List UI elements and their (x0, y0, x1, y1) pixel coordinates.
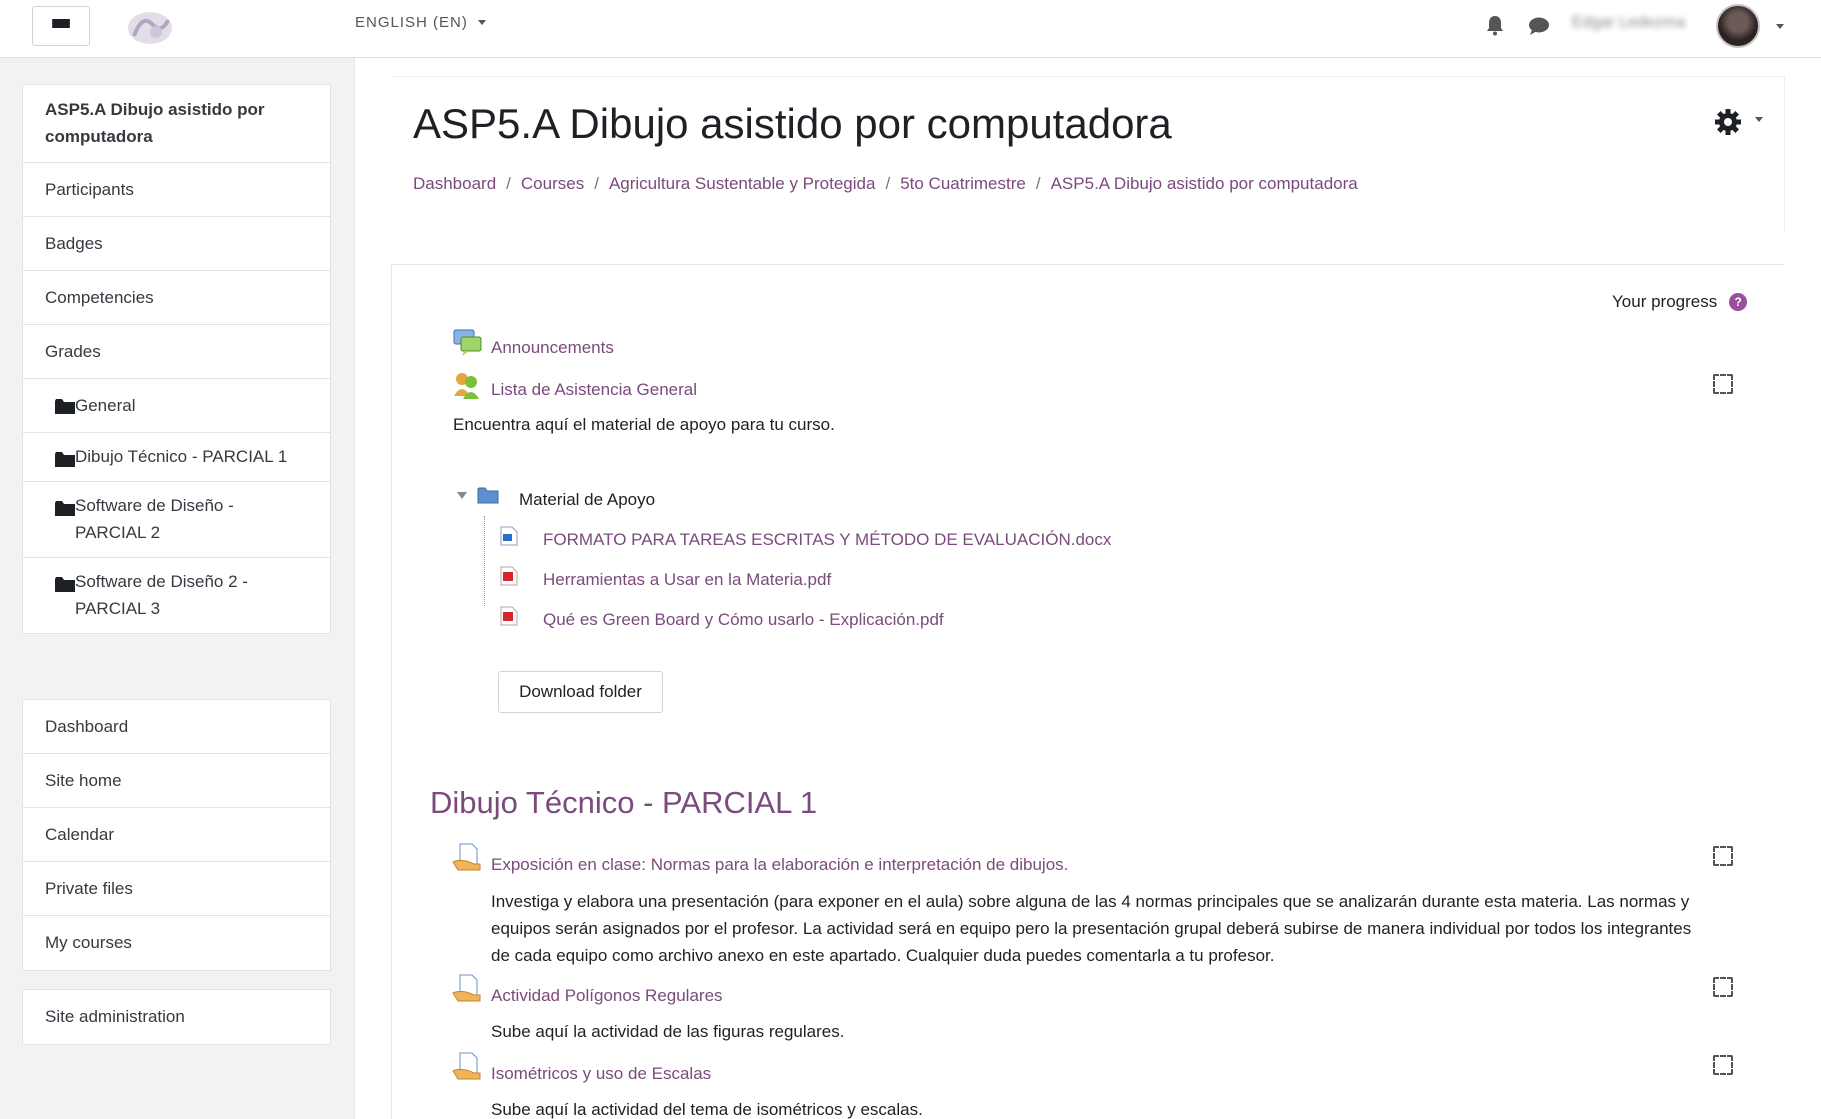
course-nav-group: ASP5.A Dibujo asistido por computadora P… (22, 84, 331, 634)
tree-connector (484, 516, 485, 606)
assignment-icon (452, 1052, 481, 1080)
breadcrumb-separator: / (594, 174, 599, 193)
file-link-herramientas[interactable]: Herramientas a Usar en la Materia.pdf (543, 570, 831, 590)
folder-icon (55, 577, 75, 592)
gear-menu-chevron-down-icon[interactable] (1755, 117, 1763, 122)
folder-icon (55, 452, 75, 467)
drawer-calendar[interactable]: Calendar (23, 808, 330, 862)
user-menu-chevron-down-icon[interactable] (1776, 24, 1784, 29)
drawer-competencies[interactable]: Competencies (23, 271, 330, 325)
drawer-site-home[interactable]: Site home (23, 754, 330, 808)
breadcrumb-course[interactable]: ASP5.A Dibujo asistido por computadora (1051, 174, 1358, 194)
progress-label: Your progress (1612, 292, 1718, 311)
drawer-site-administration[interactable]: Site administration (23, 990, 330, 1044)
drawer-course-home[interactable]: ASP5.A Dibujo asistido por computadora (23, 85, 330, 163)
drawer-section-parcial-2[interactable]: Software de Diseño - PARCIAL 2 (23, 482, 330, 558)
language-label: ENGLISH (EN) (355, 14, 468, 31)
breadcrumb-term[interactable]: 5to Cuatrimestre (900, 174, 1026, 194)
activity-link-isometricos[interactable]: Isométricos y uso de Escalas (491, 1064, 711, 1084)
completion-checkbox[interactable] (1713, 977, 1733, 997)
notifications-bell-icon[interactable] (1485, 14, 1505, 36)
completion-checkbox[interactable] (1713, 1055, 1733, 1075)
pdf-document-icon (500, 606, 518, 626)
intro-text: Encuentra aquí el material de apoyo para… (453, 415, 835, 434)
site-logo[interactable] (124, 6, 176, 48)
assignment-icon (452, 974, 481, 1002)
drawer-toggle-button[interactable] (32, 6, 90, 46)
drawer-private-files[interactable]: Private files (23, 862, 330, 916)
drawer-section-general[interactable]: General (23, 379, 330, 433)
activity-description: Sube aquí la actividad de las figuras re… (491, 1022, 845, 1041)
file-link-green-board[interactable]: Qué es Green Board y Cómo usarlo - Expli… (543, 610, 944, 630)
page-title: ASP5.A Dibujo asistido por computadora (413, 100, 1172, 147)
gear-icon[interactable] (1713, 107, 1743, 137)
download-folder-button[interactable]: Download folder (498, 671, 663, 713)
user-name[interactable]: Edgar Ledezma (1572, 14, 1700, 32)
admin-nav-group: Site administration (22, 989, 331, 1045)
drawer-participants[interactable]: Participants (23, 163, 330, 217)
assignment-icon (452, 843, 481, 871)
folder-icon (55, 501, 75, 516)
drawer-badges[interactable]: Badges (23, 217, 330, 271)
activity-description: Sube aquí la actividad del tema de isomé… (491, 1100, 923, 1119)
completion-checkbox[interactable] (1713, 846, 1733, 866)
breadcrumb-separator: / (885, 174, 891, 193)
section-title[interactable]: Dibujo Técnico - PARCIAL 1 (430, 785, 817, 821)
activity-link-poligonos[interactable]: Actividad Polígonos Regulares (491, 986, 723, 1006)
activity-description: Investiga y elabora una presentación (pa… (491, 892, 1692, 965)
folder-icon (55, 399, 75, 414)
attendance-icon (454, 373, 479, 399)
forum-icon (453, 329, 482, 356)
your-progress: Your progress ? (1612, 292, 1748, 312)
breadcrumb-separator: / (1035, 174, 1041, 193)
activity-link-exposicion[interactable]: Exposición en clase: Normas para la elab… (491, 855, 1068, 875)
user-avatar[interactable] (1716, 4, 1760, 48)
help-icon[interactable]: ? (1729, 293, 1748, 311)
breadcrumb-dashboard[interactable]: Dashboard (413, 174, 496, 194)
announcements-link[interactable]: Announcements (491, 338, 614, 358)
drawer-grades[interactable]: Grades (23, 325, 330, 379)
hamburger-menu-icon (52, 19, 70, 33)
file-link-formato[interactable]: FORMATO PARA TAREAS ESCRITAS Y MÉTODO DE… (543, 530, 1111, 550)
chevron-down-icon (477, 20, 486, 25)
collapse-triangle-icon[interactable] (457, 492, 467, 499)
site-nav-group: Dashboard Site home Calendar Private fil… (22, 699, 331, 971)
breadcrumb-separator: / (506, 174, 511, 193)
word-document-icon (500, 526, 518, 546)
drawer-section-parcial-1[interactable]: Dibujo Técnico - PARCIAL 1 (23, 433, 330, 482)
breadcrumb-category[interactable]: Agricultura Sustentable y Protegida (609, 174, 876, 194)
top-navbar: ENGLISH (EN) Edgar Ledezma (0, 0, 1821, 58)
messages-chat-icon[interactable] (1528, 16, 1550, 36)
pdf-document-icon (500, 566, 518, 586)
attendance-link[interactable]: Lista de Asistencia General (491, 380, 697, 400)
drawer-section-parcial-3[interactable]: Software de Diseño 2 - PARCIAL 3 (23, 558, 330, 633)
drawer-my-courses[interactable]: My courses (23, 916, 330, 970)
breadcrumb-courses[interactable]: Courses (521, 174, 584, 194)
folder-icon (477, 487, 499, 504)
folder-name[interactable]: Material de Apoyo (519, 490, 655, 510)
completion-checkbox[interactable] (1713, 374, 1733, 394)
drawer-dashboard[interactable]: Dashboard (23, 700, 330, 754)
breadcrumb: Dashboard / Courses / Agricultura Susten… (413, 174, 1358, 194)
nav-drawer: ASP5.A Dibujo asistido por computadora P… (0, 58, 355, 1119)
language-menu[interactable]: ENGLISH (EN) (355, 14, 486, 31)
